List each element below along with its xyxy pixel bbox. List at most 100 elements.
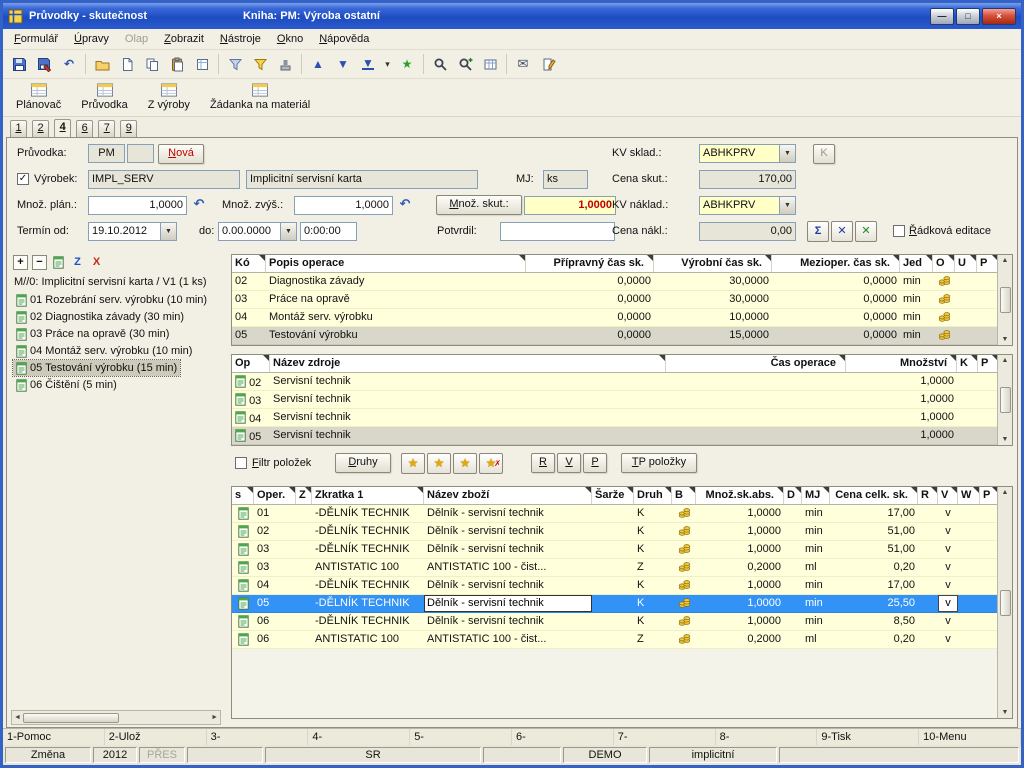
- fkey-4[interactable]: 4-: [308, 729, 410, 745]
- fav-edit-button[interactable]: ★: [453, 453, 477, 474]
- chevron-down-icon[interactable]: ▼: [160, 223, 176, 240]
- fav-filter-button[interactable]: ★: [401, 453, 425, 474]
- revert-zvys-icon[interactable]: ↶: [396, 196, 414, 214]
- mnoz-skut-field[interactable]: 1,0000: [524, 196, 616, 215]
- expand-all-button[interactable]: +: [13, 255, 28, 270]
- column-header[interactable]: D: [784, 487, 802, 504]
- menu-okno[interactable]: Okno: [269, 30, 311, 49]
- menu-napoveda[interactable]: Nápověda: [311, 30, 377, 49]
- tree-sheet-button[interactable]: [51, 255, 66, 270]
- operation-row[interactable]: 04Montáž serv. výrobku0,000010,00000,000…: [232, 309, 1012, 327]
- resource-row[interactable]: 04Servisní technik1,0000: [232, 409, 1012, 427]
- fkey-10[interactable]: 10-Menu: [919, 729, 1021, 745]
- column-header[interactable]: MJ: [802, 487, 830, 504]
- mnoz-plan-field[interactable]: 1,0000: [88, 196, 187, 215]
- tree-item[interactable]: 03 Práce na opravě (30 min): [13, 326, 172, 342]
- scroll-down-icon[interactable]: ▼: [1002, 709, 1009, 716]
- fkey-1[interactable]: 1-Pomoc: [3, 729, 105, 745]
- tab-1[interactable]: 1: [10, 120, 27, 137]
- fkey-9[interactable]: 9-Tisk: [817, 729, 919, 745]
- more-dropdown-button[interactable]: ▾: [381, 52, 394, 76]
- column-header[interactable]: Kó: [232, 255, 266, 272]
- move-down-button[interactable]: ▼: [331, 52, 355, 76]
- table-button[interactable]: [478, 52, 502, 76]
- clear-blue-button[interactable]: ✕: [831, 221, 853, 242]
- scroll-thumb[interactable]: [1000, 590, 1011, 616]
- fav-add-button[interactable]: ★: [427, 453, 451, 474]
- scroll-up-icon[interactable]: ▲: [1002, 489, 1009, 496]
- pruvodka-prefix-field[interactable]: PM: [88, 144, 125, 163]
- column-header[interactable]: Cena celk. sk.: [830, 487, 918, 504]
- stamp-button[interactable]: [273, 52, 297, 76]
- tab-6[interactable]: 6: [76, 120, 93, 137]
- column-header[interactable]: Šarže: [592, 487, 634, 504]
- resource-row[interactable]: 02Servisní technik1,0000: [232, 373, 1012, 391]
- vyrobek-code-field[interactable]: IMPL_SERV: [88, 170, 240, 189]
- termin-od-combo[interactable]: 19.10.2012▼: [88, 222, 177, 241]
- insert-button[interactable]: ★: [395, 52, 419, 76]
- save-button[interactable]: [7, 52, 31, 76]
- tab-4[interactable]: 4: [54, 119, 71, 137]
- resources-scrollbar[interactable]: ▲▼: [997, 355, 1012, 445]
- column-header[interactable]: Množ.sk.abs.: [696, 487, 784, 504]
- go-last-button[interactable]: ▼: [356, 52, 380, 76]
- operations-scrollbar[interactable]: ▲▼: [997, 255, 1012, 345]
- tree-item[interactable]: 06 Čištění (5 min): [13, 377, 120, 393]
- close-button[interactable]: ×: [982, 8, 1016, 25]
- pruvodka-number-field[interactable]: [127, 144, 154, 163]
- column-header[interactable]: Výrobní čas sk.: [654, 255, 772, 272]
- item-row[interactable]: 04-DĚLNÍK TECHNIKDělník - servisní techn…: [232, 577, 1012, 595]
- fkey-6[interactable]: 6-: [512, 729, 614, 745]
- menu-nastroje[interactable]: Nástroje: [212, 30, 269, 49]
- mj-field[interactable]: ks: [543, 170, 588, 189]
- edit-button[interactable]: [536, 52, 560, 76]
- items-scrollbar[interactable]: ▲▼: [997, 487, 1012, 718]
- pruvodka-button[interactable]: Průvodka: [72, 80, 136, 114]
- r-button[interactable]: R: [531, 453, 555, 473]
- tree-horizontal-scrollbar[interactable]: ◄►: [11, 710, 221, 725]
- maximize-button[interactable]: □: [956, 8, 980, 25]
- column-header[interactable]: Druh: [634, 487, 672, 504]
- zadanka-button[interactable]: Žádanka na materiál: [201, 80, 319, 114]
- potvrdil-field[interactable]: [500, 222, 615, 241]
- column-header[interactable]: Op: [232, 355, 270, 372]
- operation-row[interactable]: 03Práce na opravě0,000030,00000,0000min: [232, 291, 1012, 309]
- filter-button[interactable]: [223, 52, 247, 76]
- scroll-thumb[interactable]: [23, 713, 119, 723]
- column-header[interactable]: B: [672, 487, 696, 504]
- resource-row-current[interactable]: 05Servisní technik1,0000: [232, 427, 1012, 445]
- item-row[interactable]: 01-DĚLNÍK TECHNIKDělník - servisní techn…: [232, 505, 1012, 523]
- column-header[interactable]: O: [933, 255, 955, 272]
- scroll-left-icon[interactable]: ◄: [14, 714, 21, 721]
- item-row-selected[interactable]: 05-DĚLNÍK TECHNIKDělník - servisní techn…: [232, 595, 1012, 613]
- filter-active-button[interactable]: [248, 52, 272, 76]
- column-header[interactable]: Jed: [900, 255, 933, 272]
- mnoz-zvys-field[interactable]: 1,0000: [294, 196, 393, 215]
- minimize-button[interactable]: —: [930, 8, 954, 25]
- tree-item[interactable]: 02 Diagnostika závady (30 min): [13, 309, 187, 325]
- tree-x-button[interactable]: X: [89, 255, 104, 270]
- column-header[interactable]: s: [232, 487, 254, 504]
- fkey-2[interactable]: 2-Ulož: [105, 729, 207, 745]
- sum-button[interactable]: Σ: [807, 221, 829, 242]
- menu-upravy[interactable]: Úpravy: [66, 30, 117, 49]
- clear-green-button[interactable]: ✕: [855, 221, 877, 242]
- clipboard-button[interactable]: [190, 52, 214, 76]
- edit-cell[interactable]: Dělník - servisní technik: [424, 595, 592, 612]
- move-up-button[interactable]: ▲: [306, 52, 330, 76]
- fkey-7[interactable]: 7-: [614, 729, 716, 745]
- collapse-all-button[interactable]: −: [32, 255, 47, 270]
- vyrobek-checkbox[interactable]: ✓: [17, 173, 29, 185]
- tree-item-selected[interactable]: 05 Testování výrobku (15 min): [13, 360, 180, 376]
- termin-do-combo[interactable]: 0.00.0000▼: [218, 222, 297, 241]
- druhy-button[interactable]: Druhy: [335, 453, 391, 473]
- item-row[interactable]: 06ANTISTATIC 100ANTISTATIC 100 - čist...…: [232, 631, 1012, 649]
- filtr-polozek-checkbox[interactable]: [235, 457, 247, 469]
- paste-button[interactable]: [165, 52, 189, 76]
- column-header[interactable]: P: [978, 355, 999, 372]
- scroll-thumb[interactable]: [1000, 387, 1011, 413]
- column-header[interactable]: K: [957, 355, 978, 372]
- k-button[interactable]: K: [813, 144, 835, 164]
- column-header[interactable]: Z: [296, 487, 312, 504]
- operation-row[interactable]: 02Diagnostika závady0,000030,00000,0000m…: [232, 273, 1012, 291]
